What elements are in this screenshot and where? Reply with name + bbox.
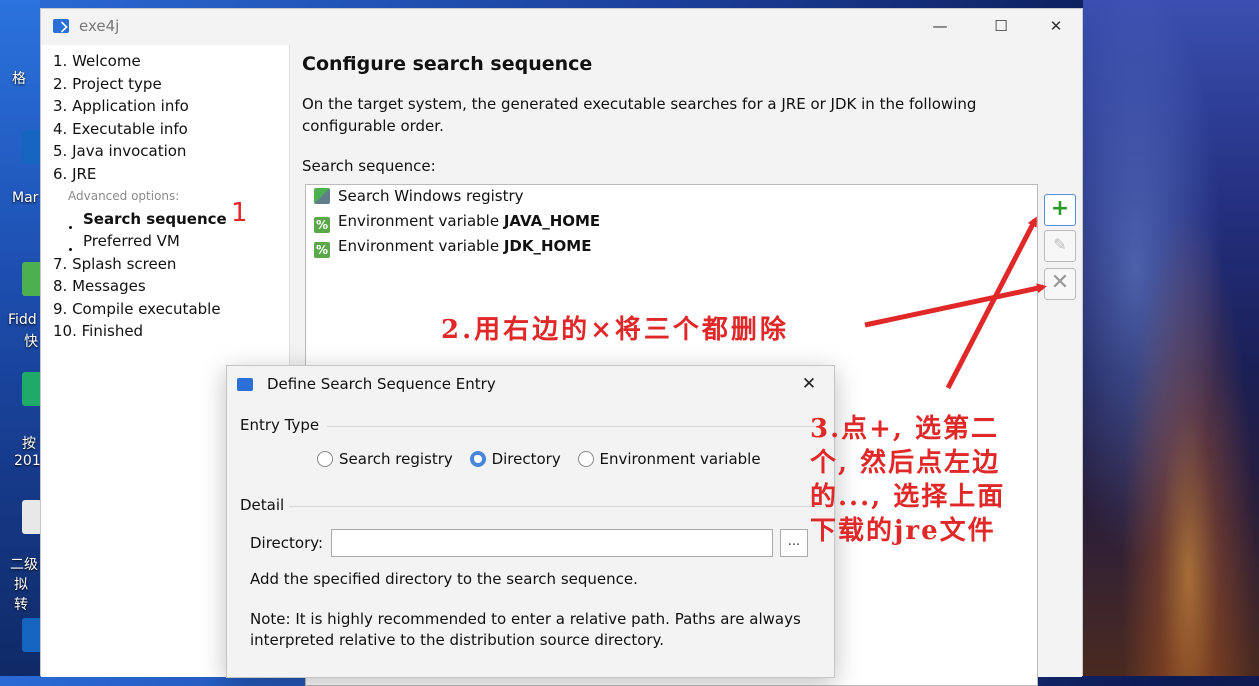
entry-type-radio-group: Search registry Directory Environment va… xyxy=(317,450,773,468)
minimize-button[interactable]: — xyxy=(917,13,963,39)
desktop-app-icon[interactable] xyxy=(22,130,42,164)
annotation-step-1: 1 xyxy=(231,198,248,228)
window-title: exe4j xyxy=(79,17,120,35)
radio-search-registry[interactable]: Search registry xyxy=(317,450,453,468)
advanced-options-label: Advanced options: xyxy=(68,189,180,203)
directory-help-text: Add the specified directory to the searc… xyxy=(250,570,638,588)
add-entry-button[interactable]: + xyxy=(1044,194,1076,226)
env-var-icon: % xyxy=(314,217,330,233)
radio-label: Environment variable xyxy=(599,450,761,468)
dialog-close-button[interactable]: ✕ xyxy=(794,372,824,396)
desktop-wallpaper xyxy=(1083,0,1259,676)
desktop-left-strip: 格 Mar Fidd 快 按 201 二级 拟转 xyxy=(0,0,42,676)
desktop-icon-label[interactable]: 格 xyxy=(12,68,26,88)
radio-indicator xyxy=(577,451,594,467)
desktop-app-icon[interactable] xyxy=(22,372,42,406)
desktop-app-icon[interactable] xyxy=(22,262,42,296)
exe4j-app-icon xyxy=(53,19,69,33)
title-bar[interactable]: exe4j — ☐ ✕ xyxy=(41,9,1082,43)
list-item[interactable]: % Environment variable JAVA_HOME xyxy=(314,212,600,234)
step-executable-info[interactable]: 4. Executable info xyxy=(53,120,188,138)
browse-button[interactable]: ... xyxy=(780,529,808,557)
annotation-line: 下载的jre文件 xyxy=(810,516,996,546)
step-application-info[interactable]: 3. Application info xyxy=(53,97,189,115)
page-description: On the target system, the generated exec… xyxy=(302,95,977,135)
exe4j-app-icon xyxy=(237,378,253,391)
edit-entry-button[interactable]: ✎ xyxy=(1044,230,1076,262)
annotation-line: 的..., 选择上面 xyxy=(810,482,1006,512)
desktop-icon-label[interactable]: 201 xyxy=(14,453,41,469)
dialog-title-bar[interactable]: Define Search Sequence Entry ✕ xyxy=(227,366,834,402)
step-compile-executable[interactable]: 9. Compile executable xyxy=(53,300,221,318)
desktop-icon-label[interactable]: 拟转 xyxy=(14,574,40,614)
bullet-icon xyxy=(69,248,72,251)
search-sequence-label: Search sequence: xyxy=(302,157,436,175)
define-search-sequence-dialog: Define Search Sequence Entry ✕ Entry Typ… xyxy=(226,365,835,678)
step-finished[interactable]: 10. Finished xyxy=(53,322,143,340)
step-messages[interactable]: 8. Messages xyxy=(53,277,146,295)
radio-label: Directory xyxy=(491,450,561,468)
directory-input[interactable] xyxy=(331,529,773,557)
list-item-label: Search Windows registry xyxy=(338,187,524,205)
radio-environment-variable[interactable]: Environment variable xyxy=(577,450,761,468)
annotation-line: 3.点+, 选第二 xyxy=(810,414,1000,444)
list-item-label: Environment variable xyxy=(338,212,504,230)
step-jre[interactable]: 6. JRE xyxy=(53,165,96,183)
dialog-title: Define Search Sequence Entry xyxy=(267,375,496,393)
step-welcome[interactable]: 1. Welcome xyxy=(53,52,141,70)
directory-label: Directory: xyxy=(250,534,324,552)
list-item-var-name: JAVA_HOME xyxy=(503,212,601,230)
divider xyxy=(289,506,821,507)
radio-directory[interactable]: Directory xyxy=(469,450,561,468)
divider xyxy=(327,426,821,427)
step-search-sequence[interactable]: Search sequence xyxy=(83,210,227,228)
registry-icon xyxy=(314,188,330,204)
list-item-label: Environment variable xyxy=(338,237,504,255)
radio-label: Search registry xyxy=(339,450,453,468)
annotation-step-2: 2.用右边的×将三个都删除 xyxy=(441,315,789,345)
radio-indicator xyxy=(317,451,333,467)
desktop-app-icon[interactable] xyxy=(22,618,42,652)
desktop-icon-label[interactable]: Mar xyxy=(12,190,38,206)
delete-entry-button[interactable]: ✕ xyxy=(1044,268,1076,300)
list-item-var-name: JDK_HOME xyxy=(503,237,592,255)
env-var-icon: % xyxy=(314,242,330,258)
desktop-app-icon[interactable] xyxy=(22,500,42,534)
maximize-button[interactable]: ☐ xyxy=(978,13,1024,39)
step-preferred-vm[interactable]: Preferred VM xyxy=(83,232,180,250)
desktop-icon-label[interactable]: 按 xyxy=(22,433,36,453)
page-title: Configure search sequence xyxy=(302,53,593,75)
annotation-step-3: 3.点+, 选第二 个, 然后点左边 的..., 选择上面 下载的jre文件 xyxy=(810,412,1005,548)
step-java-invocation[interactable]: 5. Java invocation xyxy=(53,142,186,160)
list-item[interactable]: Search Windows registry xyxy=(314,187,524,209)
list-item[interactable]: % Environment variable JDK_HOME xyxy=(314,237,591,259)
desktop-icon-label[interactable]: 快 xyxy=(24,331,38,351)
desktop-icon-label[interactable]: Fidd xyxy=(8,312,37,328)
step-project-type[interactable]: 2. Project type xyxy=(53,75,162,93)
close-button[interactable]: ✕ xyxy=(1033,13,1079,39)
entry-type-label: Entry Type xyxy=(240,416,320,434)
detail-label: Detail xyxy=(240,496,285,514)
bullet-icon xyxy=(69,226,72,229)
annotation-line: 个, 然后点左边 xyxy=(810,448,1001,478)
relative-path-note: Note: It is highly recommended to enter … xyxy=(250,610,801,649)
desktop-icon-label[interactable]: 二级 xyxy=(10,554,38,574)
step-splash-screen[interactable]: 7. Splash screen xyxy=(53,255,176,273)
radio-indicator xyxy=(469,451,486,467)
